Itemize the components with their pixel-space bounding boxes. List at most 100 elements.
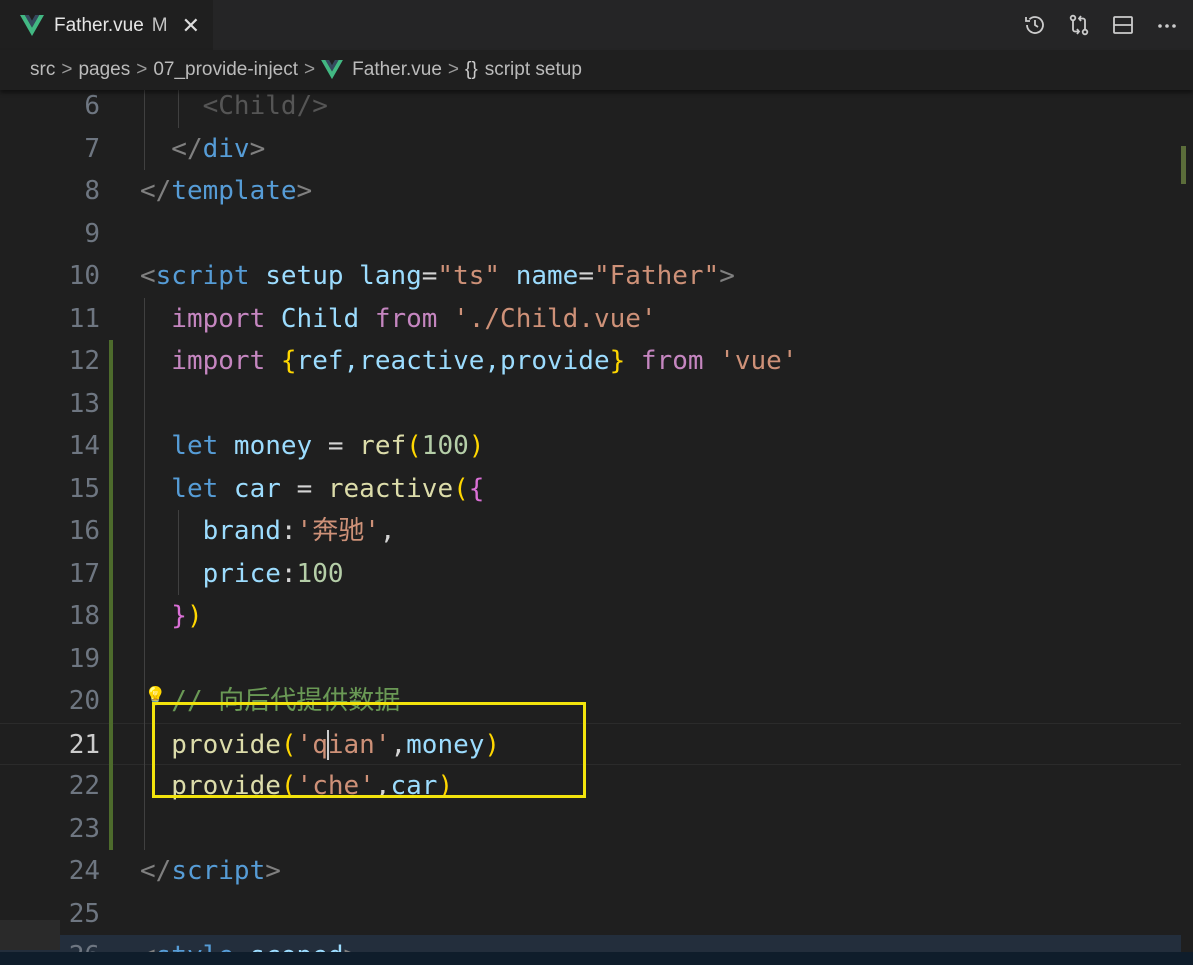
code-line-19[interactable]: 19 [0,638,1193,681]
tab-bar: Father.vue M ✕ [0,0,1193,50]
breadcrumb-symbol-label: script setup [484,59,582,80]
code-text: <style scoped>··· [140,935,406,952]
code-line-10[interactable]: 10 <script setup lang="ts" name="Father"> [0,255,1193,298]
line-number: 22 [68,771,100,801]
code-text: let money = ref(100) [140,425,484,468]
line-number: 23 [68,813,100,844]
code-editor[interactable]: 6 <Child/> 7 </div> 8 </template> 9 10 <script… [0,90,1193,952]
code-token: Child [265,303,375,334]
code-token: let [140,431,219,461]
breadcrumb-file-label: Father.vue [352,59,442,80]
code-token: from [625,346,704,376]
line-number: 16 [68,516,100,546]
code-token: /> [296,91,328,121]
git-change-bar [109,340,113,850]
code-token: > [249,133,266,164]
code-token: let [140,473,219,504]
code-line-15[interactable]: 15 let car = reactive({ [0,468,1193,511]
line-number: 20 [68,686,100,716]
scrollbar[interactable] [1181,90,1193,952]
code-line-13[interactable]: 13 [0,383,1193,426]
line-number: 17 [68,558,100,589]
code-text: <Child/> [140,90,328,128]
line-number: 19 [68,643,100,674]
code-line-7[interactable]: 7 </div> [0,128,1193,171]
code-token: "Father" [593,261,720,291]
code-token: </ [140,176,172,206]
code-token: : [280,558,297,589]
chevron-right-icon: > [61,59,73,80]
breadcrumb-item-src[interactable]: src [30,59,55,81]
code-line-9[interactable]: 9 [0,213,1193,256]
code-token: < [140,941,156,952]
close-icon[interactable]: ✕ [182,13,200,39]
code-token: , [379,516,396,546]
chevron-right-icon: > [447,59,460,80]
code-token: </ [140,133,203,164]
line-number: 8 [84,176,100,206]
breadcrumb-item-file[interactable]: Father.vue [321,59,442,81]
code-token: > [719,261,735,291]
code-text: }) [140,595,203,638]
code-token: = [421,261,438,291]
code-line-18[interactable]: 18 }) [0,595,1193,638]
braces-icon: {} [465,59,478,80]
breadcrumb-item-symbol[interactable]: {} script setup [465,59,582,81]
compare-icon[interactable] [1067,13,1091,37]
code-token: </ [140,856,172,886]
code-line-25[interactable]: 25 [0,893,1193,936]
history-icon[interactable] [1023,13,1047,37]
code-token: price [140,558,281,589]
code-text: import {ref,reactive,provide} from 'vue' [140,340,797,383]
line-number: 10 [68,261,100,291]
code-token: money [218,431,328,461]
tab-father-vue[interactable]: Father.vue M ✕ [0,0,213,50]
line-number: 7 [84,133,100,164]
scrollbar-change-marker [1181,146,1186,184]
line-number: 21 [68,729,100,760]
code-token: car [218,473,297,504]
code-token: 100 [421,431,469,461]
fold-chevron-icon[interactable]: › [116,935,128,952]
code-token: brand [140,516,281,546]
code-text: let car = reactive({ [140,468,484,511]
line-number: 9 [84,218,100,249]
code-token: import [140,303,266,334]
breadcrumb-item-folder[interactable]: 07_provide-inject [153,59,298,81]
hover-chip [0,920,60,950]
code-text: import Child from './Child.vue' [140,298,656,341]
code-line-11[interactable]: 11 import Child from './Child.vue' [0,298,1193,341]
chevron-right-icon: > [304,59,316,80]
code-token: } [609,346,626,376]
split-editor-icon[interactable] [1111,13,1135,37]
code-token: ref [359,431,407,461]
code-token: from [374,303,438,334]
code-token: { [265,346,297,376]
indent-guide [178,510,179,595]
code-line-12[interactable]: 12 import {ref,reactive,provide} from 'v… [0,340,1193,383]
code-token: ) [186,601,203,631]
line-number: 15 [68,473,100,504]
code-line-24[interactable]: 24 </script> [0,850,1193,893]
more-icon[interactable] [1155,13,1179,37]
code-line-26[interactable]: 26<style scoped>···› [0,935,1193,952]
code-token: < [140,91,219,121]
indent-guide [178,90,179,128]
code-token: div [202,133,250,164]
code-token: import [140,346,266,376]
code-token: ··· [359,941,406,952]
code-token: ( [406,431,422,461]
code-token: = [296,473,328,504]
code-token: reactive [327,473,454,504]
code-token: ref,reactive,provide [296,346,610,376]
code-token: template [171,176,297,206]
code-token: ) [468,431,485,461]
code-line-8[interactable]: 8 </template> [0,170,1193,213]
code-token: > [265,856,281,886]
code-token: < [140,261,156,291]
code-line-23[interactable]: 23 [0,808,1193,851]
tab-label: Father.vue [54,14,144,36]
code-token: } [140,601,187,631]
code-line-14[interactable]: 14 let money = ref(100) [0,425,1193,468]
breadcrumb-item-pages[interactable]: pages [78,59,130,81]
